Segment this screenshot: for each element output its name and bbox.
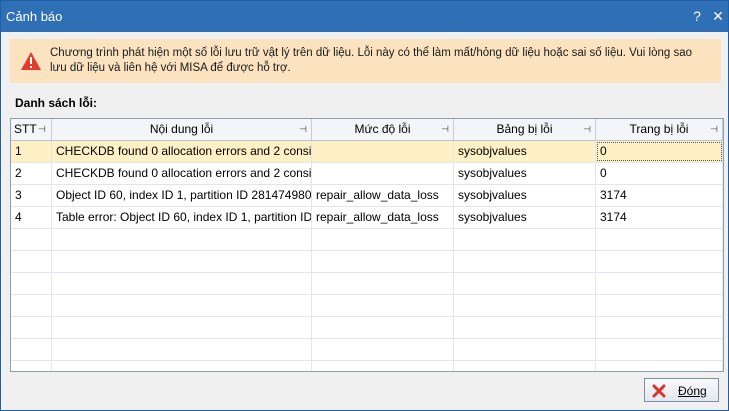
warning-banner: Chương trình phát hiện một số lỗi lưu tr… xyxy=(10,39,721,83)
table-cell xyxy=(596,339,723,360)
table-cell xyxy=(596,229,723,250)
pin-icon[interactable]: ⊣ xyxy=(440,124,450,134)
table-cell xyxy=(52,273,312,294)
table-cell: CHECKDB found 0 allocation errors and 2 … xyxy=(52,163,312,184)
table-cell xyxy=(11,251,52,272)
alert-dialog: Cảnh báo ? ✕ Chương trình phát hiện một … xyxy=(0,0,729,411)
table-cell: sysobjvalues xyxy=(454,163,596,184)
table-cell xyxy=(596,251,723,272)
column-header-severity[interactable]: Mức độ lỗi ⊣ xyxy=(312,119,454,140)
table-row[interactable]: 4 Table error: Object ID 60, index ID 1, … xyxy=(11,207,723,229)
table-cell xyxy=(52,251,312,272)
empty-row xyxy=(11,339,723,361)
warning-message: Chương trình phát hiện một số lỗi lưu tr… xyxy=(50,47,693,74)
table-row[interactable]: 2 CHECKDB found 0 allocation errors and 2… xyxy=(11,163,723,185)
table-cell xyxy=(454,339,596,360)
error-list-label: Danh sách lỗi: xyxy=(15,96,98,110)
table-cell: repair_allow_data_loss xyxy=(312,207,454,228)
table-cell: 4 xyxy=(11,207,52,228)
table-cell: Object ID 60, index ID 1, partition ID 2… xyxy=(52,185,312,206)
table-cell xyxy=(11,229,52,250)
table-cell: sysobjvalues xyxy=(454,141,596,162)
pin-icon[interactable]: ⊣ xyxy=(709,124,719,134)
table-cell xyxy=(11,339,52,360)
pin-icon[interactable]: ⊣ xyxy=(582,124,592,134)
dialog-title: Cảnh báo xyxy=(6,9,63,24)
table-cell xyxy=(596,317,723,338)
table-cell xyxy=(52,339,312,360)
table-cell: 3174 xyxy=(596,185,723,206)
empty-row xyxy=(11,295,723,317)
table-cell xyxy=(312,141,454,162)
table-cell xyxy=(454,295,596,316)
empty-row xyxy=(11,229,723,251)
table-cell xyxy=(312,295,454,316)
table-cell xyxy=(11,361,52,371)
table-cell: 1 xyxy=(11,141,52,162)
error-table[interactable]: STT ⊣ Nội dung lỗi ⊣ Mức độ lỗi ⊣ Bảng b… xyxy=(10,118,724,372)
column-header-content[interactable]: Nội dung lỗi ⊣ xyxy=(52,119,312,140)
table-cell: 0 xyxy=(596,141,723,162)
table-cell: repair_allow_data_loss xyxy=(312,185,454,206)
column-header-page[interactable]: Trang bị lỗi ⊣ xyxy=(596,119,723,140)
table-cell: 3 xyxy=(11,185,52,206)
table-cell xyxy=(312,251,454,272)
warning-triangle-icon xyxy=(21,52,41,70)
title-bar: Cảnh báo ? ✕ xyxy=(1,1,728,32)
table-cell: 0 xyxy=(596,163,723,184)
table-cell xyxy=(454,273,596,294)
table-cell: 3174 xyxy=(596,207,723,228)
table-cell xyxy=(454,317,596,338)
empty-row xyxy=(11,361,723,371)
empty-row xyxy=(11,251,723,273)
table-cell xyxy=(312,361,454,371)
close-window-button[interactable]: ✕ xyxy=(710,7,726,25)
table-cell xyxy=(596,273,723,294)
close-button-label: Đóng xyxy=(678,384,707,398)
close-button[interactable]: Đóng xyxy=(644,378,719,402)
empty-row xyxy=(11,317,723,339)
column-header-stt[interactable]: STT ⊣ xyxy=(11,119,52,140)
table-cell xyxy=(11,295,52,316)
table-header: STT ⊣ Nội dung lỗi ⊣ Mức độ lỗi ⊣ Bảng b… xyxy=(11,119,723,141)
table-cell xyxy=(312,229,454,250)
table-cell: sysobjvalues xyxy=(454,185,596,206)
table-cell xyxy=(454,251,596,272)
table-cell xyxy=(11,317,52,338)
table-cell xyxy=(596,295,723,316)
table-cell xyxy=(52,295,312,316)
table-cell xyxy=(52,361,312,371)
table-cell xyxy=(11,273,52,294)
table-cell xyxy=(312,273,454,294)
table-cell xyxy=(312,163,454,184)
table-cell: CHECKDB found 0 allocation errors and 2 … xyxy=(52,141,312,162)
column-header-table[interactable]: Bảng bị lỗi ⊣ xyxy=(454,119,596,140)
table-cell xyxy=(52,229,312,250)
table-cell xyxy=(454,361,596,371)
help-button[interactable]: ? xyxy=(689,7,705,25)
pin-icon[interactable]: ⊣ xyxy=(298,124,308,134)
table-row[interactable]: 3 Object ID 60, index ID 1, partition ID … xyxy=(11,185,723,207)
table-cell xyxy=(454,229,596,250)
table-cell: 2 xyxy=(11,163,52,184)
close-x-icon xyxy=(652,384,666,398)
table-row[interactable]: 1 CHECKDB found 0 allocation errors and 2… xyxy=(11,141,723,163)
table-cell xyxy=(596,361,723,371)
table-cell: sysobjvalues xyxy=(454,207,596,228)
table-cell xyxy=(52,317,312,338)
table-cell: Table error: Object ID 60, index ID 1, p… xyxy=(52,207,312,228)
empty-row xyxy=(11,273,723,295)
table-cell xyxy=(312,339,454,360)
table-cell xyxy=(312,317,454,338)
pin-icon[interactable]: ⊣ xyxy=(38,124,48,134)
